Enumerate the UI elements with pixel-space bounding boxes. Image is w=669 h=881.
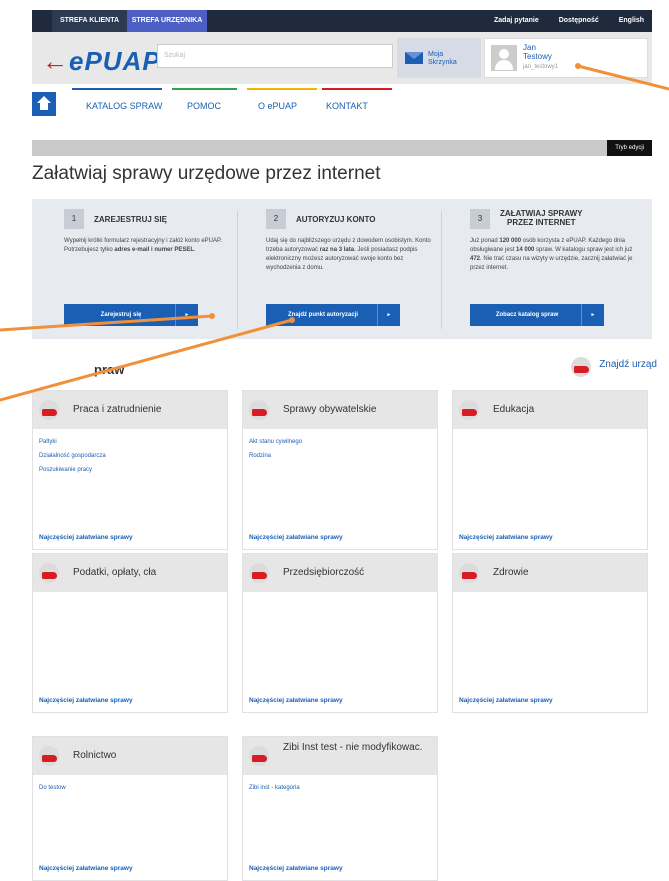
- step-number: 1: [64, 209, 84, 229]
- poland-map-icon: [459, 563, 479, 583]
- nav-o-epuap[interactable]: O ePUAP: [258, 101, 297, 111]
- category-card[interactable]: Przedsiębiorczość Najczęściej załatwiane …: [242, 553, 438, 713]
- poland-map-icon: [249, 400, 269, 420]
- most-common-cases-link[interactable]: Najczęściej załatwiane sprawy: [249, 534, 343, 541]
- section-title: praw: [94, 362, 125, 377]
- step-description: Już ponad 120 000 osób korzysta z ePUAP.…: [470, 238, 633, 271]
- category-link[interactable]: Do testow: [39, 785, 66, 791]
- category-header[interactable]: Zdrowie: [453, 554, 647, 592]
- nav-stripe: [72, 88, 162, 90]
- epuap-logo[interactable]: ←ePUAP: [42, 46, 161, 77]
- category-header[interactable]: Rolnictwo: [33, 737, 227, 775]
- step-title: ZAREJESTRUJ SIĘ: [94, 215, 167, 224]
- category-card[interactable]: Zdrowie Najczęściej załatwiane sprawy: [452, 553, 648, 713]
- category-title: Podatki, opłaty, cła: [73, 567, 157, 578]
- poland-map-icon: [39, 400, 59, 420]
- category-title: Rolnictwo: [73, 750, 117, 761]
- category-title: Zdrowie: [493, 567, 529, 578]
- nav-kontakt[interactable]: KONTAKT: [326, 101, 368, 111]
- step-title: ZAŁATWIAJ SPRAWY PRZEZ INTERNET: [500, 209, 583, 227]
- most-common-cases-link[interactable]: Najczęściej załatwiane sprawy: [249, 697, 343, 704]
- nav-stripe: [247, 88, 317, 90]
- tab-client-zone[interactable]: STREFA KLIENTA: [52, 10, 127, 32]
- top-links: Zadaj pytanie Dostępność English: [476, 10, 644, 32]
- most-common-cases-link[interactable]: Najczęściej załatwiane sprawy: [249, 865, 343, 872]
- top-bar: STREFA KLIENTA STREFA URZĘDNIKA Zadaj py…: [32, 10, 652, 32]
- category-title: Edukacja: [493, 404, 535, 415]
- envelope-icon: [405, 52, 423, 64]
- category-title: Praca i zatrudnienie: [73, 404, 162, 415]
- most-common-cases-link[interactable]: Najczęściej załatwiane sprawy: [39, 534, 133, 541]
- poland-map-icon: [459, 400, 479, 420]
- category-title: Zibi Inst test - nie modyfikowac.: [283, 742, 423, 753]
- category-card[interactable]: Rolnictwo Do testow Najczęściej załatwiane…: [32, 736, 228, 881]
- browse-catalog-button[interactable]: Zobacz katalog spraw: [470, 304, 604, 326]
- category-link[interactable]: Działalność gospodarcza: [39, 453, 106, 459]
- nav-katalog-spraw[interactable]: KATALOG SPRAW: [86, 101, 162, 111]
- user-name: Jan Testowy: [523, 43, 552, 61]
- tab-official-zone[interactable]: STREFA URZĘDNIKA: [127, 10, 207, 32]
- step-title: AUTORYZUJ KONTO: [296, 215, 376, 224]
- steps-panel: 1 ZAREJESTRUJ SIĘ Wypełnij krótki formul…: [32, 199, 652, 339]
- category-header[interactable]: Edukacja: [453, 391, 647, 429]
- user-panel[interactable]: Jan Testowy jan_testowy1: [484, 38, 648, 78]
- find-authorization-point-button[interactable]: Znajdź punkt autoryzacji: [266, 304, 400, 326]
- find-office-link[interactable]: Znajdź urząd: [571, 357, 657, 377]
- poland-map-icon: [39, 746, 59, 766]
- most-common-cases-link[interactable]: Najczęściej załatwiane sprawy: [459, 534, 553, 541]
- category-header[interactable]: Przedsiębiorczość: [243, 554, 437, 592]
- category-link[interactable]: Rodzina: [249, 453, 271, 459]
- category-link[interactable]: Zibi inst - kategoria: [249, 785, 300, 791]
- register-button[interactable]: Zarejestruj się: [64, 304, 198, 326]
- category-title: Sprawy obywatelskie: [283, 404, 377, 415]
- category-link[interactable]: Paltyki: [39, 439, 57, 445]
- category-header[interactable]: Sprawy obywatelskie: [243, 391, 437, 429]
- category-title: Przedsiębiorczość: [283, 567, 365, 578]
- poland-map-icon: [571, 357, 592, 377]
- user-login: jan_testowy1: [523, 64, 559, 70]
- category-card[interactable]: Edukacja Najczęściej załatwiane sprawy: [452, 390, 648, 550]
- step-description: Udaj się do najbliższego urzędu z dowode…: [266, 238, 431, 271]
- inbox-button[interactable]: Moja Skrzynka: [397, 38, 481, 78]
- most-common-cases-link[interactable]: Najczęściej załatwiane sprawy: [39, 865, 133, 872]
- category-card[interactable]: Sprawy obywatelskie Akt stanu cywilnego Ro…: [242, 390, 438, 550]
- poland-map-icon: [39, 563, 59, 583]
- search-input[interactable]: Szukaj: [157, 44, 393, 68]
- main-nav: KATALOG SPRAW POMOC O ePUAP KONTAKT: [32, 88, 652, 122]
- poland-map-icon: [249, 563, 269, 583]
- edit-bar: Tryb edycji: [32, 140, 652, 156]
- category-card[interactable]: Podatki, opłaty, cła Najczęściej załatwia…: [32, 553, 228, 713]
- step-description: Wypełnij krótki formularz rejestracyjny …: [64, 238, 222, 253]
- category-header[interactable]: Podatki, opłaty, cła: [33, 554, 227, 592]
- accessibility-link[interactable]: Dostępność: [559, 17, 599, 24]
- most-common-cases-link[interactable]: Najczęściej załatwiane sprawy: [39, 697, 133, 704]
- poland-map-icon: [249, 746, 269, 766]
- step-number: 2: [266, 209, 286, 229]
- page-title: Załatwiaj sprawy urzędowe przez internet: [32, 163, 381, 184]
- nav-stripe: [322, 88, 392, 90]
- divider: [237, 211, 238, 329]
- home-icon[interactable]: [32, 92, 56, 116]
- nav-pomoc[interactable]: POMOC: [187, 101, 221, 111]
- step-number: 3: [470, 209, 490, 229]
- category-link[interactable]: Akt stanu cywilnego: [249, 439, 302, 445]
- edit-mode-button[interactable]: Tryb edycji: [607, 140, 652, 156]
- category-card[interactable]: Praca i zatrudnienie Paltyki Działalność g…: [32, 390, 228, 550]
- avatar-icon: [491, 45, 517, 71]
- header: ←ePUAP Szukaj Moja Skrzynka Jan Testowy ja…: [32, 32, 652, 84]
- category-header[interactable]: Praca i zatrudnienie: [33, 391, 227, 429]
- most-common-cases-link[interactable]: Najczęściej załatwiane sprawy: [459, 697, 553, 704]
- category-header[interactable]: Zibi Inst test - nie modyfikowac.: [243, 737, 437, 775]
- ask-question-link[interactable]: Zadaj pytanie: [494, 17, 539, 24]
- nav-stripe: [172, 88, 237, 90]
- language-link[interactable]: English: [619, 17, 644, 24]
- divider: [441, 211, 442, 329]
- category-card[interactable]: Zibi Inst test - nie modyfikowac. Zibi in…: [242, 736, 438, 881]
- category-link[interactable]: Poszukiwanie pracy: [39, 467, 92, 473]
- inbox-label: Moja Skrzynka: [428, 51, 457, 66]
